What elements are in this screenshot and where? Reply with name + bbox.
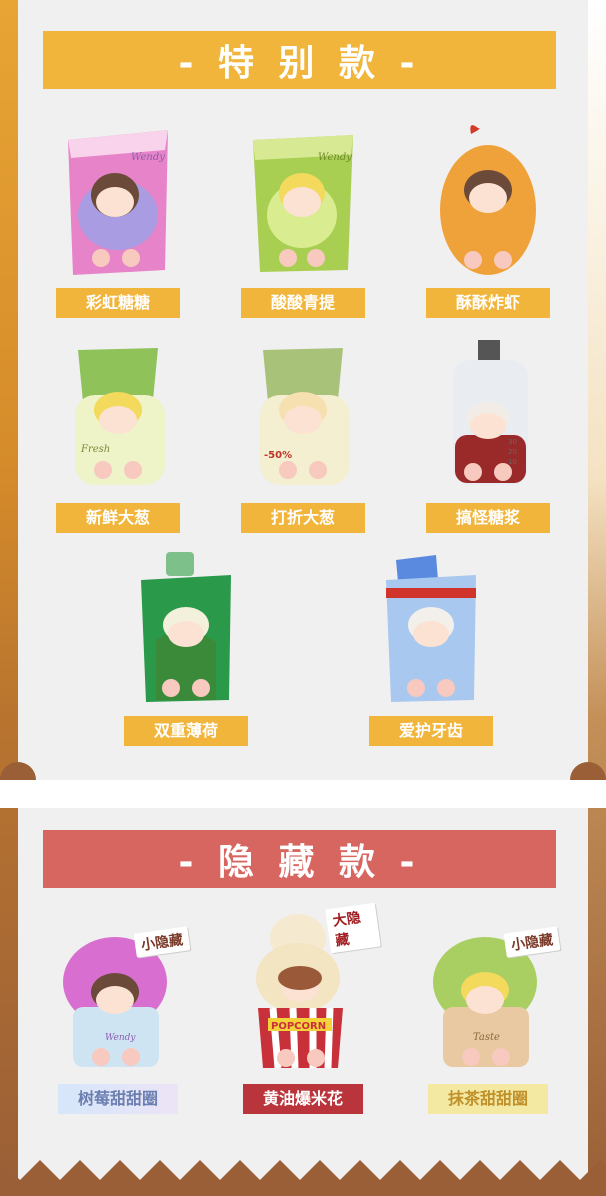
- svg-text:-50%: -50%: [264, 450, 292, 461]
- svg-text:30: 30: [508, 438, 517, 446]
- label-sour-grape: 酸酸青提: [241, 288, 365, 318]
- svg-text:Fresh: Fresh: [80, 444, 110, 455]
- label-fresh-scallion: 新鲜大葱: [56, 503, 180, 533]
- tooth-care-figure: [386, 555, 476, 702]
- hidden-edition-banner: - 隐 藏 款 -: [43, 830, 556, 888]
- right-edge-decoration: [588, 0, 606, 1196]
- figure-card-raspberry-donut[interactable]: Wendy 小隐藏 树莓甜甜圈: [43, 912, 193, 1114]
- zigzag-border: [0, 1160, 606, 1196]
- fried-shrimp-figure: [440, 125, 536, 275]
- fresh-scallion-figure: Fresh: [75, 348, 165, 485]
- svg-text:10: 10: [508, 458, 517, 466]
- label-double-mint: 双重薄荷: [124, 716, 248, 746]
- figure-card-rainbow-candy[interactable]: Wendy 彩虹糖糖: [43, 120, 193, 325]
- svg-text:Wendy: Wendy: [105, 1033, 136, 1043]
- left-edge-decoration: [0, 0, 18, 1196]
- label-tooth-care: 爱护牙齿: [369, 716, 493, 746]
- label-funny-syrup: 搞怪糖浆: [426, 503, 550, 533]
- sour-grape-figure: Wendy: [253, 135, 353, 272]
- figure-card-matcha-donut[interactable]: Taste 小隐藏 抹茶甜甜圈: [413, 912, 563, 1114]
- funny-syrup-figure: 30 20 10: [453, 340, 528, 485]
- label-discount-scallion: 打折大葱: [241, 503, 365, 533]
- figure-card-fresh-scallion[interactable]: Fresh 新鲜大葱: [43, 340, 193, 535]
- figure-card-fried-shrimp[interactable]: 酥酥炸虾: [413, 120, 563, 325]
- tag-big-hidden: 大隐藏: [325, 902, 381, 954]
- rainbow-candy-figure: Wendy: [68, 130, 168, 275]
- label-rainbow-candy: 彩虹糖糖: [56, 288, 180, 318]
- svg-text:Wendy: Wendy: [318, 152, 352, 163]
- figure-card-sour-grape[interactable]: Wendy 酸酸青提: [228, 120, 378, 325]
- figure-card-double-mint[interactable]: 双重薄荷: [111, 550, 261, 750]
- discount-scallion-figure: -50%: [260, 348, 350, 485]
- double-mint-figure: [141, 552, 231, 702]
- svg-text:Wendy: Wendy: [131, 152, 165, 163]
- svg-text:POPCORN: POPCORN: [271, 1021, 326, 1032]
- figure-card-discount-scallion[interactable]: -50% 打折大葱: [228, 340, 378, 535]
- figure-card-funny-syrup[interactable]: 30 20 10 搞怪糖浆: [413, 340, 563, 535]
- label-butter-popcorn: 黄油爆米花: [243, 1084, 363, 1114]
- label-matcha-donut: 抹茶甜甜圈: [428, 1084, 548, 1114]
- svg-text:20: 20: [508, 448, 517, 456]
- section-gap: [0, 780, 606, 808]
- special-edition-banner: - 特 别 款 -: [43, 31, 556, 89]
- label-raspberry-donut: 树莓甜甜圈: [58, 1084, 178, 1114]
- figure-card-butter-popcorn[interactable]: POPCORN 大隐藏 黄油爆米花: [228, 900, 381, 1114]
- figure-card-tooth-care[interactable]: 爱护牙齿: [356, 550, 506, 750]
- svg-text:Taste: Taste: [473, 1032, 500, 1043]
- special-edition-panel: - 特 别 款 - Wendy 彩虹糖糖 Wendy 酸酸青提 酥酥炸虾 Fre…: [0, 0, 606, 798]
- label-fried-shrimp: 酥酥炸虾: [426, 288, 550, 318]
